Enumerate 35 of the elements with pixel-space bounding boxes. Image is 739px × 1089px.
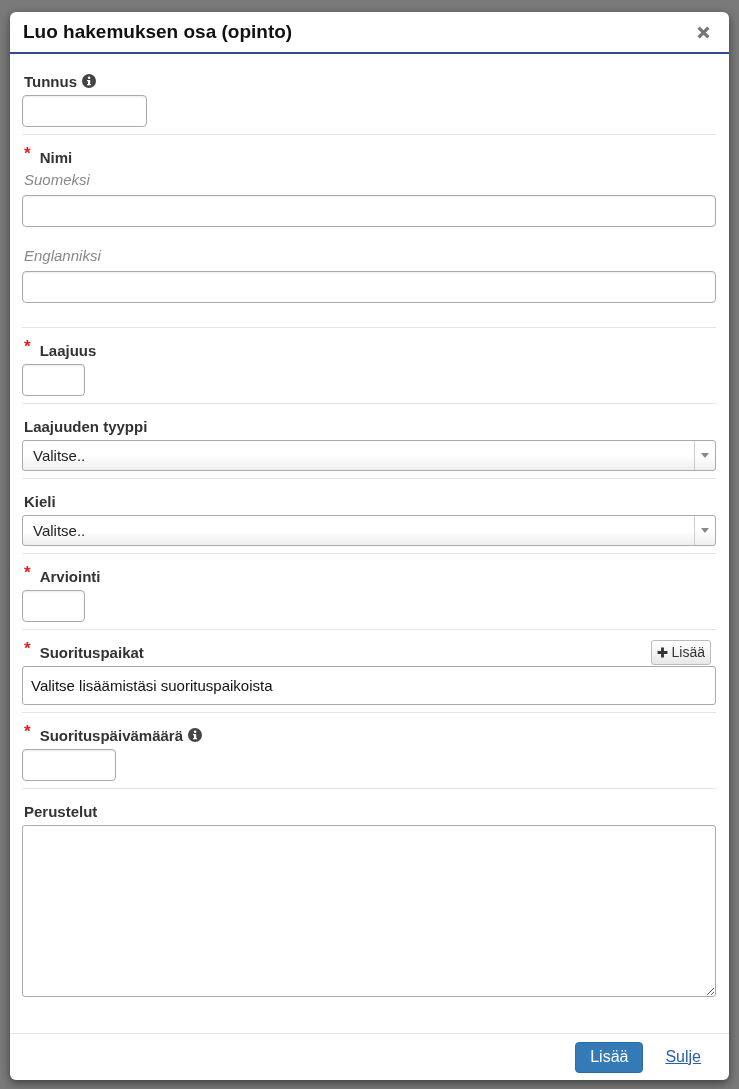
field-label: Nimi	[39, 148, 73, 166]
language-label: Suomeksi	[24, 171, 91, 188]
text-input[interactable]	[22, 364, 85, 396]
field-label: Laajuuden tyyppi	[24, 417, 148, 435]
field-label: Laajuus	[39, 341, 97, 359]
required-mark: *	[24, 146, 31, 162]
close-icon[interactable]	[697, 25, 710, 39]
field-label: Perustelut	[24, 802, 98, 820]
text-input[interactable]	[22, 95, 147, 127]
select-dropdown[interactable]: Valitse..	[22, 440, 716, 471]
text-input[interactable]	[22, 749, 116, 781]
place-select-field[interactable]: Valitse lisäämistäsi suorituspaikoista	[22, 666, 716, 705]
info-icon[interactable]	[188, 728, 203, 742]
field-label: Arviointi	[39, 567, 101, 585]
required-mark: *	[24, 724, 31, 740]
close-link[interactable]: Sulje	[665, 1048, 701, 1066]
required-mark: *	[24, 641, 31, 657]
caret-icon	[701, 528, 709, 533]
text-input[interactable]	[22, 590, 85, 622]
text-input[interactable]	[22, 195, 716, 227]
field-label: Tunnus	[24, 72, 78, 90]
text-input[interactable]	[22, 271, 716, 303]
dialog-title: Luo hakemuksen osa (opinto)	[23, 21, 293, 43]
language-label: Englanniksi	[24, 247, 102, 264]
field-label: Suorituspäivämäärä	[39, 726, 184, 744]
select-dropdown[interactable]: Valitse..	[22, 515, 716, 546]
required-mark: *	[24, 339, 31, 355]
info-icon[interactable]	[82, 74, 97, 88]
caret-icon	[701, 453, 709, 458]
field-label: Suorituspaikat	[39, 643, 144, 661]
required-mark: *	[24, 565, 31, 581]
add-button[interactable]: Lisää	[650, 639, 711, 665]
add-button[interactable]: Lisää	[575, 1041, 644, 1073]
plus-icon	[656, 646, 668, 658]
field-label: Kieli	[24, 492, 56, 510]
